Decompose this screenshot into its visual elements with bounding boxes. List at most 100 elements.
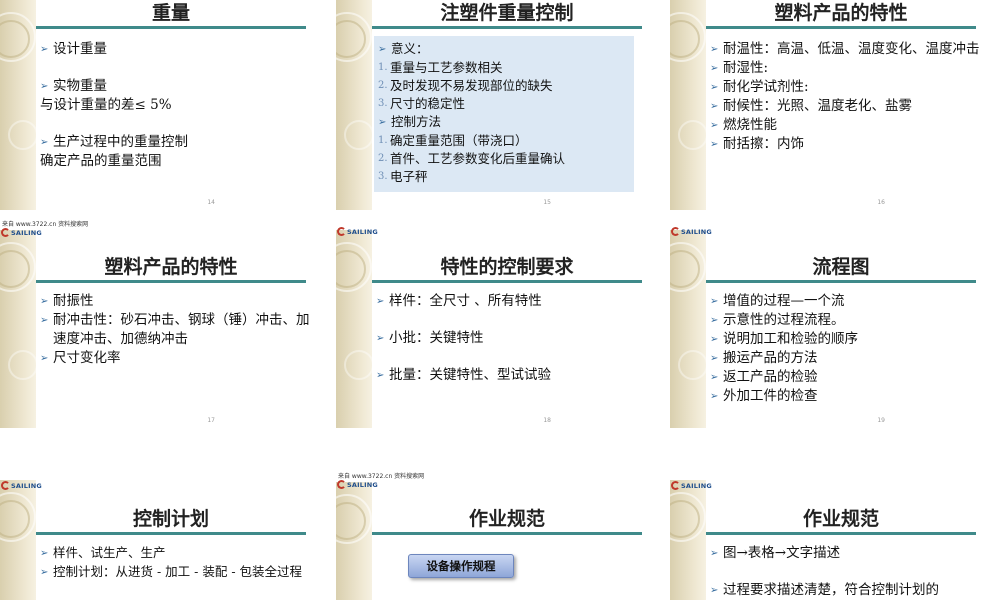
list-item-text: 及时发现不易发现部位的缺失: [390, 78, 553, 93]
arrow-bullet-icon: ➢: [376, 370, 385, 381]
list-item-text: 控制方法: [391, 114, 442, 129]
page-number: 15: [543, 199, 551, 206]
title-rule: [706, 280, 976, 283]
list-item: ➢ 样件、试生产、生产: [40, 544, 312, 563]
arrow-bullet-icon: ➢: [40, 137, 49, 148]
logo-icon: [1, 228, 10, 237]
list-item-text: 图→表格→文字描述: [723, 545, 841, 561]
arrow-bullet-icon: ➢: [710, 63, 719, 74]
arrow-bullet-icon: ➢: [710, 296, 719, 307]
arrow-bullet-icon: ➢: [710, 585, 719, 596]
arrow-bullet-icon: ➢: [40, 353, 49, 364]
arrow-bullet-icon: ➢: [40, 567, 49, 578]
list-item: ➢ 耐湿性:: [710, 59, 982, 78]
list-item-text: 耐冲击性：砂石冲击、钢球（锤）冲击、加速度冲击、加德纳冲击: [53, 312, 310, 347]
list-item: ➢ 耐温性：高温、低温、温度变化、温度冲击: [710, 40, 982, 59]
title-rule: [372, 532, 642, 535]
logo-icon: [337, 480, 346, 489]
title-rule: [36, 532, 306, 535]
arrow-bullet-icon: ➢: [710, 391, 719, 402]
list-item-text: 实物重量: [53, 78, 107, 94]
slide-title: 塑料产品的特性: [774, 2, 908, 24]
slide-19: SAILING 流程图 ➢ 增值的过程—一个流 ➢ 示意性的过程流程。 ➢ 说明加工和检验…: [670, 218, 1000, 428]
list-item: ➢ 耐振性: [40, 292, 312, 311]
slide-body: ➢ 样件：全尺寸 、所有特性 ➢ 小批：关键特性 ➢ 批量：关键特性、型试试验: [376, 292, 648, 385]
list-item-text: 意义：: [391, 41, 429, 56]
list-item-text: 耐振性: [53, 293, 94, 309]
list-item-text: 批量：关键特性、型试试验: [389, 367, 551, 383]
slide-title: 流程图: [812, 256, 870, 278]
list-item: 确定产品的重量范围: [40, 152, 312, 171]
title-rule: [706, 26, 976, 29]
list-item: ➢ 返工产品的检验: [710, 368, 982, 387]
list-item: ➢ 批量：关键特性、型试试验: [376, 366, 648, 385]
list-item-text: 尺寸变化率: [53, 350, 121, 366]
slide-20: SAILING 控制计划 ➢ 样件、试生产、生产 ➢ 控制计划：从进货 - 加工 - …: [0, 470, 330, 600]
company-logo: SAILING: [336, 479, 378, 490]
list-item: ➢ 控制计划：从进货 - 加工 - 装配 - 包装全过程: [40, 563, 312, 582]
list-item: ➢ 示意性的过程流程。: [710, 311, 982, 330]
slide-decoration: [670, 480, 706, 600]
slide-body: ➢ 设计重量 ➢ 实物重量 与设计重量的差≤ 5% ➢ 生产过程中的重量控制 确定产品的重量范…: [40, 40, 312, 171]
logo-icon: [671, 481, 680, 490]
logo-icon: [337, 227, 346, 236]
arrow-bullet-icon: ➢: [376, 296, 385, 307]
list-item-text: 燃烧性能: [723, 117, 777, 133]
list-item-text: 与设计重量的差≤ 5%: [40, 97, 172, 113]
list-item: ➢ 耐括擦：内饰: [710, 135, 982, 154]
list-number: 1.: [378, 135, 388, 146]
list-item: ➢ 小批：关键特性: [376, 329, 648, 348]
logo-icon: [1, 481, 10, 490]
slide-18: SAILING 特性的控制要求 ➢ 样件：全尺寸 、所有特性 ➢ 小批：关键特性 ➢ 批量…: [336, 218, 666, 428]
list-item-text: 样件、试生产、生产: [53, 545, 166, 560]
list-item: ➢ 图→表格→文字描述: [710, 544, 982, 563]
slide-decoration: [670, 0, 708, 210]
arrow-bullet-icon: ➢: [710, 315, 719, 326]
company-logo: SAILING: [336, 226, 378, 237]
slide-body: ➢ 样件、试生产、生产 ➢ 控制计划：从进货 - 加工 - 装配 - 包装全过程: [40, 544, 312, 582]
list-item: 1. 确定重量范围（带浇口）: [378, 132, 628, 150]
list-item: ➢ 搬运产品的方法: [710, 349, 982, 368]
arrow-bullet-icon: ➢: [40, 296, 49, 307]
title-rule: [36, 26, 306, 29]
list-item-text: 说明加工和检验的顺序: [723, 331, 858, 347]
list-item-text: 返工产品的检验: [723, 369, 818, 385]
list-item: ➢ 过程要求描述清楚，符合控制计划的: [710, 581, 982, 600]
arrow-bullet-icon: ➢: [710, 82, 719, 93]
page-number: 17: [207, 417, 215, 424]
company-logo: SAILING: [0, 227, 42, 238]
list-item: 与设计重量的差≤ 5%: [40, 96, 312, 115]
arrow-bullet-icon: ➢: [710, 101, 719, 112]
arrow-bullet-icon: ➢: [40, 315, 49, 326]
arrow-bullet-icon: ➢: [378, 44, 387, 55]
list-item: ➢ 燃烧性能: [710, 116, 982, 135]
arrow-bullet-icon: ➢: [378, 117, 387, 128]
title-rule: [372, 26, 642, 29]
list-item-text: 尺寸的稳定性: [390, 96, 466, 111]
arrow-bullet-icon: ➢: [710, 353, 719, 364]
page-number: 18: [543, 417, 551, 424]
arrow-bullet-icon: ➢: [710, 372, 719, 383]
slide-title: 塑料产品的特性: [104, 256, 238, 278]
list-item-text: 确定重量范围（带浇口）: [390, 133, 528, 148]
slide-decoration: [336, 230, 374, 428]
list-item-text: 小批：关键特性: [389, 330, 484, 346]
title-rule: [706, 532, 976, 535]
list-item: 1. 重量与工艺参数相关: [378, 59, 628, 77]
arrow-bullet-icon: ➢: [710, 44, 719, 55]
list-item-text: 外加工件的检查: [723, 388, 818, 404]
equipment-procedure-button[interactable]: 设备操作规程: [408, 554, 514, 578]
list-item-text: 耐湿性:: [723, 60, 769, 76]
logo-icon: [671, 227, 680, 236]
list-item-text: 增值的过程—一个流: [723, 293, 845, 309]
list-item: ➢ 尺寸变化率: [40, 349, 312, 368]
arrow-bullet-icon: ➢: [710, 548, 719, 559]
list-number: 3.: [378, 171, 388, 182]
list-item-text: 电子秤: [390, 169, 428, 184]
list-number: 3.: [378, 98, 388, 109]
page-number: 16: [877, 199, 885, 206]
